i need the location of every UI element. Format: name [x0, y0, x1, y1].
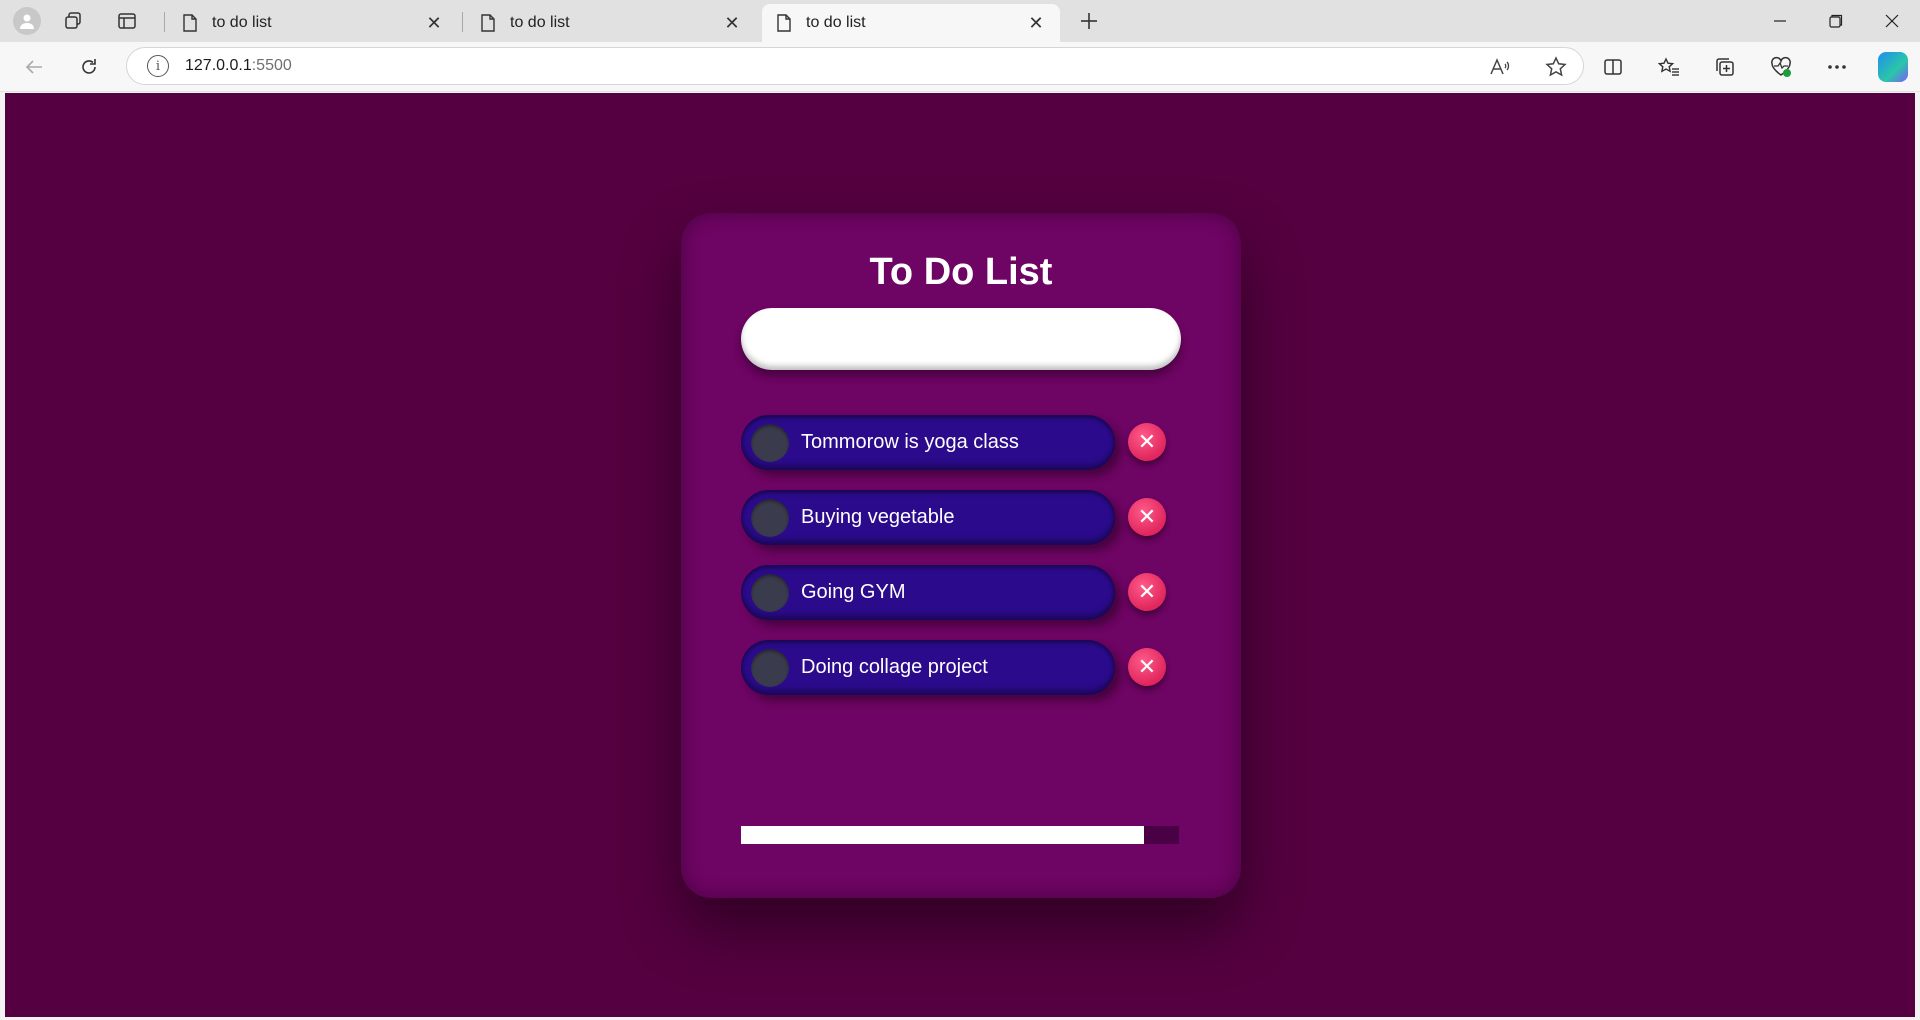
- workspaces-icon: [65, 12, 81, 29]
- tab-3-active[interactable]: to do list ✕: [762, 4, 1060, 42]
- url-host: 127.0.0.1: [185, 57, 252, 74]
- back-arrow-icon: [25, 60, 42, 74]
- list-item: Doing collage project ✕: [741, 640, 1181, 695]
- read-aloud-button[interactable]: [1483, 50, 1517, 84]
- progress-fill: [741, 826, 1144, 844]
- tab-2[interactable]: to do list ✕: [466, 4, 756, 42]
- minimize-button[interactable]: [1752, 0, 1808, 42]
- url-bar-actions: [1483, 50, 1573, 84]
- todo-checkbox[interactable]: [751, 648, 789, 687]
- more-menu-button[interactable]: [1820, 50, 1854, 84]
- collections-button[interactable]: [1708, 50, 1742, 84]
- url-text[interactable]: 127.0.0.1:5500: [185, 57, 292, 75]
- refresh-icon: [82, 59, 96, 74]
- split-screen-button[interactable]: [1596, 50, 1630, 84]
- progress-bar: [741, 826, 1179, 844]
- list-item: Buying vegetable ✕: [741, 490, 1181, 545]
- close-icon: ✕: [1137, 579, 1157, 605]
- workspaces-button[interactable]: [56, 4, 90, 38]
- close-icon: ✕: [1137, 429, 1157, 455]
- restore-icon: [1829, 14, 1843, 28]
- todo-card: To Do List Tommorow is yoga class ✕ Buyi…: [681, 213, 1241, 898]
- close-icon[interactable]: ✕: [424, 13, 444, 34]
- tab-title: to do list: [510, 14, 570, 31]
- delete-button[interactable]: ✕: [1128, 498, 1166, 536]
- browser-essentials-button[interactable]: [1764, 50, 1798, 84]
- page-icon: [776, 14, 794, 32]
- tab-actions-button[interactable]: [110, 4, 144, 38]
- todo-item-body[interactable]: Tommorow is yoga class: [741, 415, 1115, 470]
- plus-icon: [1081, 13, 1097, 29]
- delete-button[interactable]: ✕: [1128, 648, 1166, 686]
- tab-separator: [164, 12, 165, 32]
- window-controls: [1752, 0, 1920, 42]
- list-item: Going GYM ✕: [741, 565, 1181, 620]
- more-icon: [1828, 65, 1846, 69]
- site-info-icon[interactable]: i: [147, 55, 169, 77]
- favorite-button[interactable]: [1539, 50, 1573, 84]
- delete-button[interactable]: ✕: [1128, 423, 1166, 461]
- close-icon: [1885, 14, 1899, 28]
- profile-button[interactable]: [10, 4, 44, 38]
- todo-item-body[interactable]: Doing collage project: [741, 640, 1115, 695]
- tab-title: to do list: [212, 14, 272, 31]
- page-icon: [480, 14, 498, 32]
- close-window-button[interactable]: [1864, 0, 1920, 42]
- profile-icon: [13, 7, 41, 35]
- list-item: Tommorow is yoga class ✕: [741, 415, 1181, 470]
- back-button[interactable]: [17, 50, 51, 84]
- address-toolbar: i 127.0.0.1:5500: [0, 42, 1920, 92]
- tab-1[interactable]: to do list ✕: [168, 4, 458, 42]
- delete-button[interactable]: ✕: [1128, 573, 1166, 611]
- todo-checkbox[interactable]: [751, 423, 789, 462]
- heart-pulse-icon: [1771, 56, 1791, 77]
- restore-button[interactable]: [1808, 0, 1864, 42]
- tab-actions-icon: [118, 13, 136, 29]
- todo-text: Buying vegetable: [801, 506, 955, 528]
- favorites-icon: [1658, 57, 1679, 76]
- page-viewport: To Do List Tommorow is yoga class ✕ Buyi…: [5, 93, 1915, 1017]
- browser-toolbar-right: [1596, 50, 1910, 84]
- todo-text: Tommorow is yoga class: [801, 431, 1019, 453]
- minimize-icon: [1774, 20, 1786, 22]
- star-icon: [1545, 56, 1567, 77]
- todo-text: Doing collage project: [801, 656, 988, 678]
- todo-item-body[interactable]: Buying vegetable: [741, 490, 1115, 545]
- tab-separator: [462, 12, 463, 32]
- read-aloud-icon: [1490, 58, 1510, 75]
- collections-icon: [1716, 58, 1734, 76]
- todo-text: Going GYM: [801, 581, 906, 603]
- url-port: :5500: [251, 57, 292, 74]
- split-screen-icon: [1604, 59, 1622, 75]
- close-icon[interactable]: ✕: [1026, 13, 1046, 34]
- page-icon: [182, 14, 200, 32]
- copilot-button[interactable]: [1876, 50, 1910, 84]
- favorites-button[interactable]: [1652, 50, 1686, 84]
- refresh-button[interactable]: [72, 50, 106, 84]
- todo-list: Tommorow is yoga class ✕ Buying vegetabl…: [741, 415, 1181, 715]
- todo-checkbox[interactable]: [751, 573, 789, 612]
- close-icon[interactable]: ✕: [722, 13, 742, 34]
- todo-checkbox[interactable]: [751, 498, 789, 537]
- task-input[interactable]: [741, 308, 1181, 370]
- new-tab-button[interactable]: [1072, 4, 1106, 38]
- app-title: To Do List: [869, 251, 1053, 293]
- url-bar[interactable]: i 127.0.0.1:5500: [126, 47, 1584, 85]
- copilot-icon: [1878, 52, 1908, 82]
- browser-tab-bar: to do list ✕ to do list ✕ to do list ✕: [0, 0, 1920, 42]
- todo-item-body[interactable]: Going GYM: [741, 565, 1115, 620]
- close-icon: ✕: [1137, 504, 1157, 530]
- tab-title: to do list: [806, 14, 866, 31]
- close-icon: ✕: [1137, 654, 1157, 680]
